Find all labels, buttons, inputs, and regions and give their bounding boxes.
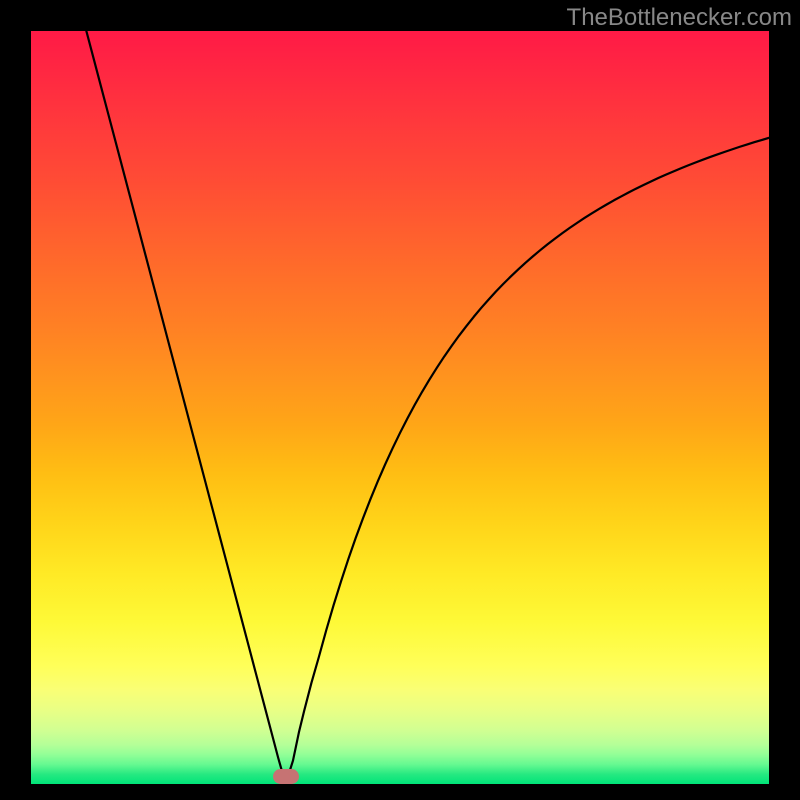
- chart-canvas: TheBottlenecker.com: [0, 0, 800, 800]
- watermark-text: TheBottlenecker.com: [567, 4, 792, 32]
- bottleneck-curve: [31, 31, 769, 784]
- minimum-marker: [273, 769, 299, 784]
- plot-area: [31, 31, 769, 784]
